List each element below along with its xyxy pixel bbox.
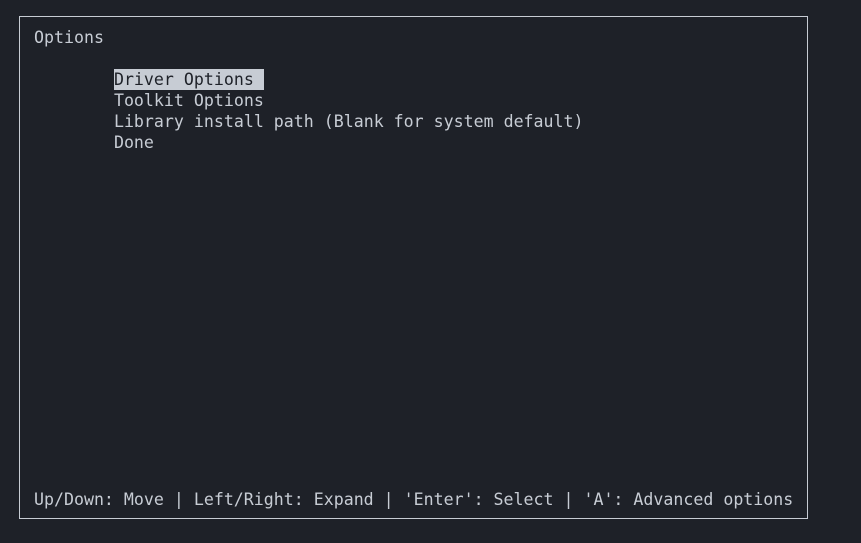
- options-menu: Driver Options Toolkit Options Library i…: [54, 48, 594, 152]
- menu-item-label: Driver Options: [113, 69, 264, 90]
- menu-item-label: Toolkit Options: [113, 91, 264, 110]
- menu-item-label: Library install path (Blank for system d…: [113, 112, 584, 131]
- dialog-title: Options: [34, 28, 104, 47]
- menu-item-driver-options[interactable]: Driver Options: [54, 48, 594, 90]
- menu-item-label: Done: [113, 133, 154, 152]
- keyboard-help-bar: Up/Down: Move | Left/Right: Expand | 'En…: [34, 490, 794, 509]
- terminal-window: Options Driver Options Toolkit Options L…: [0, 0, 861, 543]
